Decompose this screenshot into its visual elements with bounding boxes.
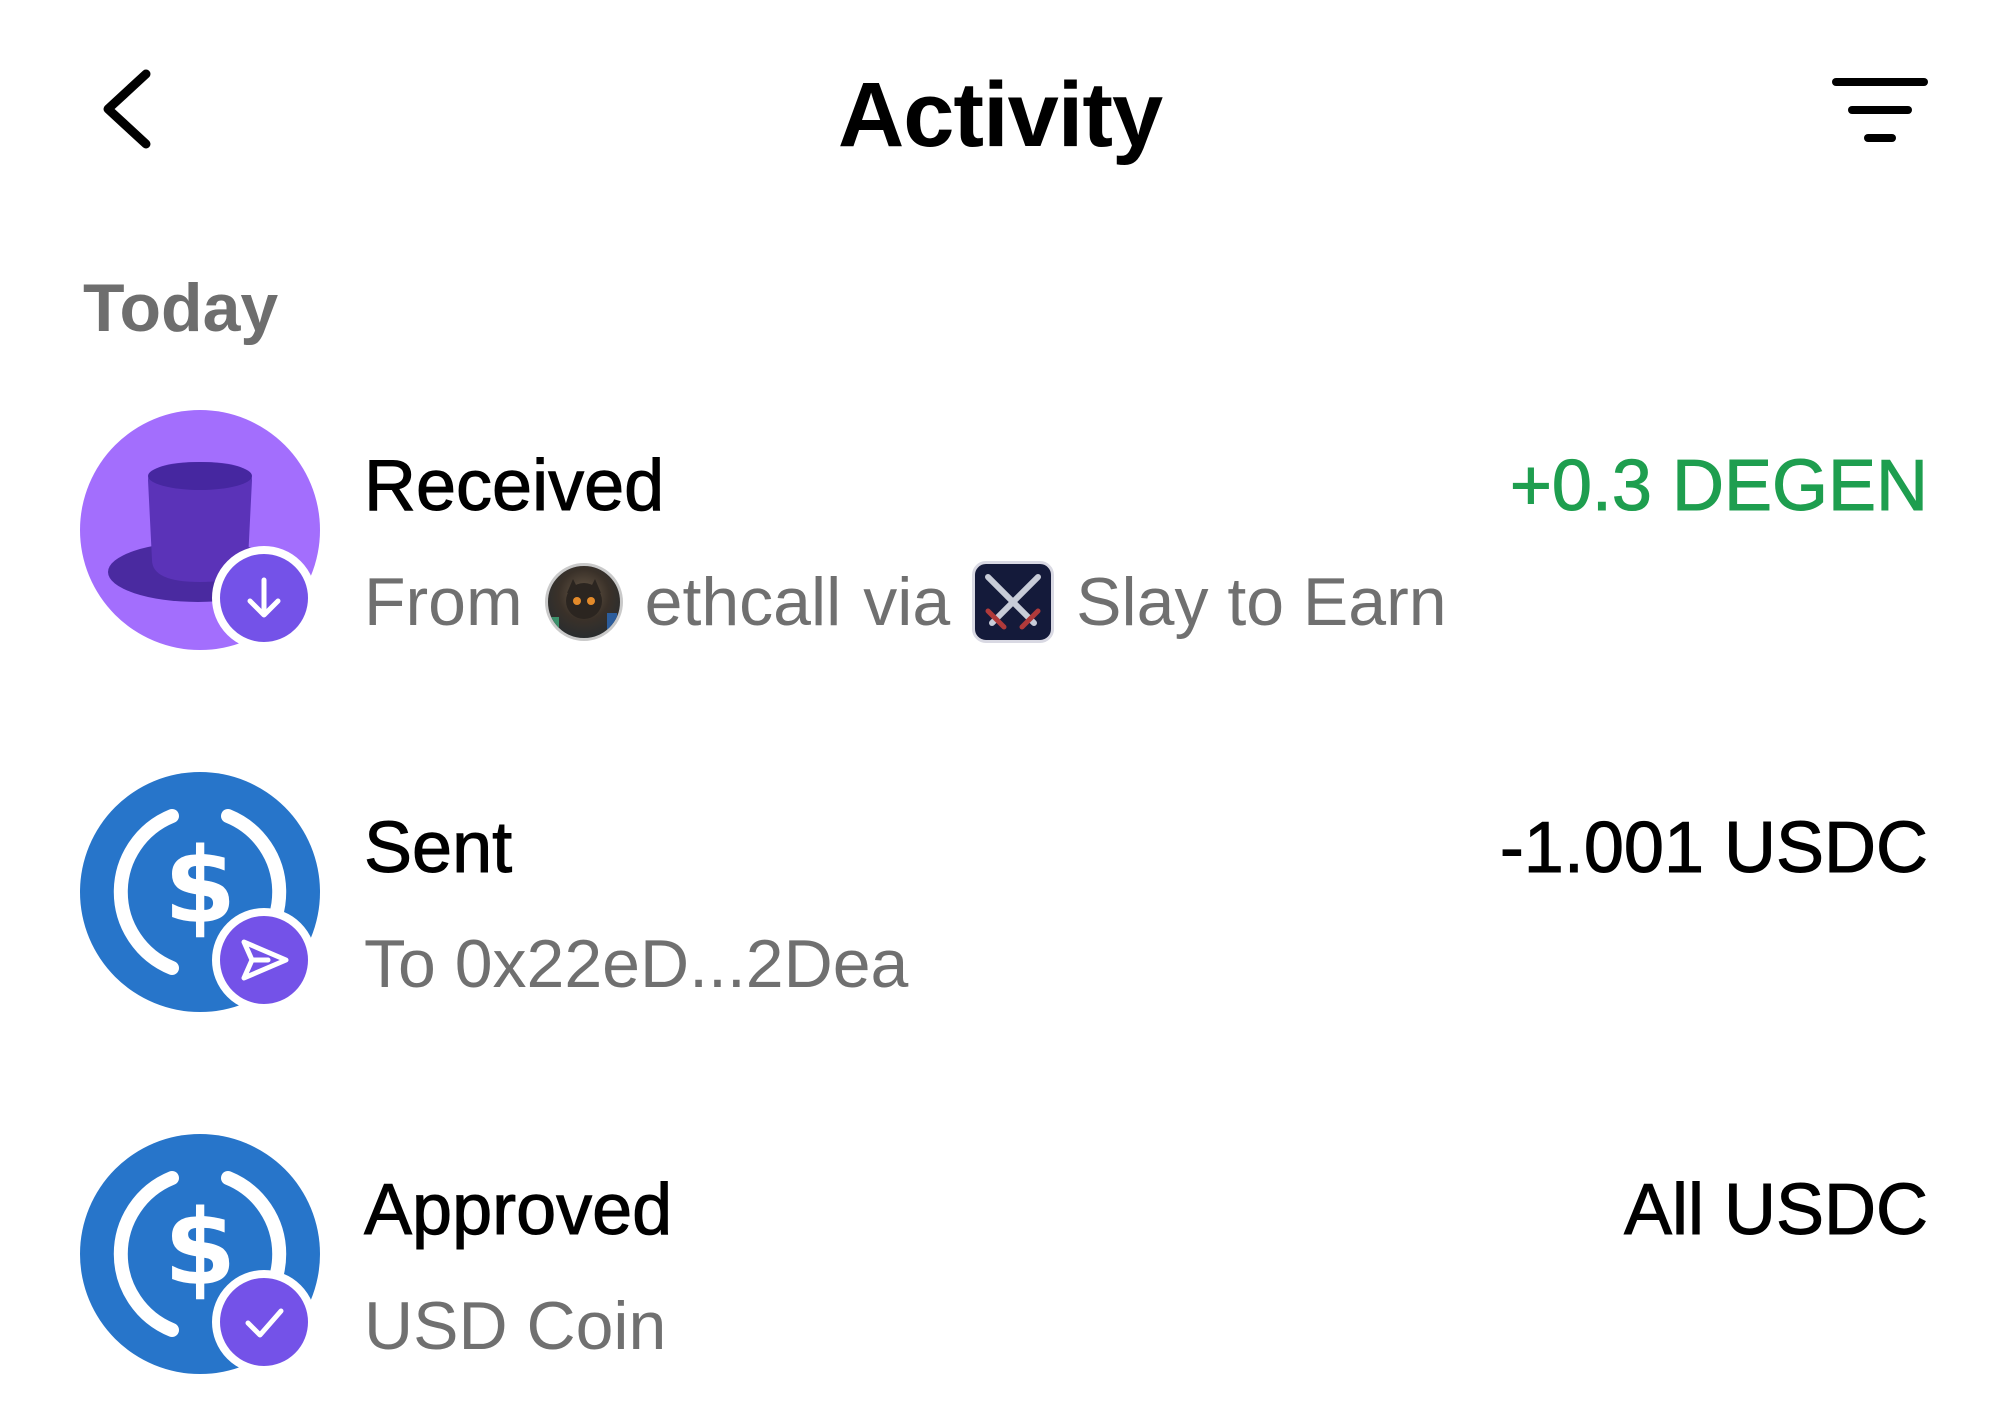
from-label: From (364, 564, 523, 640)
transaction-title: Received (363, 446, 665, 527)
arrow-down-icon (247, 577, 281, 618)
transaction-subtitle: USD Coin (364, 1288, 667, 1364)
transaction-title: Approved (363, 1170, 673, 1251)
send-icon (241, 939, 289, 981)
badge-arrow-down (212, 546, 316, 650)
transaction-subtitle: To 0x22eD...2Dea (364, 926, 909, 1002)
crossed-swords-icon (985, 574, 1042, 630)
transaction-subtitle: From ethcall via Slay to Earn (364, 560, 1447, 644)
badge-check (212, 1270, 316, 1374)
username[interactable]: ethcall (645, 560, 842, 644)
transaction-row-approved[interactable]: $ Approved All USDC USD Coin (0, 1134, 2000, 1394)
user-avatar (544, 563, 623, 641)
transaction-amount: +0.3 DEGEN (1509, 446, 1928, 527)
section-label-today: Today (83, 270, 279, 346)
filter-icon[interactable] (1830, 70, 1930, 150)
activity-screen: Activity Today Received +0.3 DEGEN From (0, 0, 2000, 1426)
transaction-title: Sent (363, 808, 513, 889)
page-title: Activity (837, 64, 1163, 166)
transaction-row-sent[interactable]: $ Sent -1.001 USDC To 0x22eD...2Dea (0, 772, 2000, 1032)
transaction-amount: -1.001 USDC (1499, 808, 1928, 889)
transaction-row-received[interactable]: Received +0.3 DEGEN From ethcall via Sla… (0, 410, 2000, 670)
app-name[interactable]: Slay to Earn (1076, 560, 1446, 644)
transaction-amount: All USDC (1623, 1170, 1928, 1251)
app-icon-slay-to-earn (972, 561, 1055, 643)
via-label: via (863, 564, 951, 640)
check-icon (245, 1308, 284, 1338)
badge-send (212, 908, 316, 1012)
